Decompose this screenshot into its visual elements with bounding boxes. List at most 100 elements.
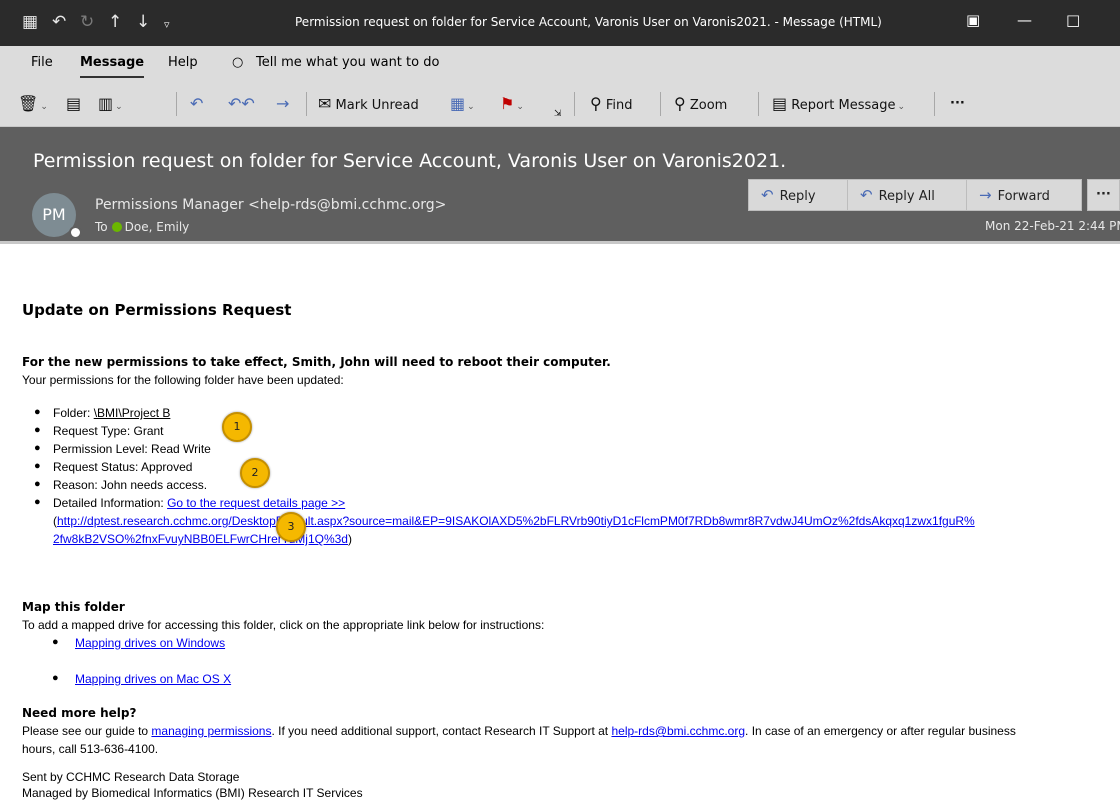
request-status: Request Status: Approved <box>53 460 193 474</box>
reply-label: Reply <box>779 189 816 204</box>
map-intro: To add a mapped drive for accessing this… <box>22 618 545 632</box>
chevron-down-icon: ⌄ <box>115 102 123 112</box>
recipient-name[interactable]: Doe, Emily <box>125 220 190 234</box>
managed-by: Managed by Biomedical Informatics (BMI) … <box>22 786 363 800</box>
separator <box>934 92 935 116</box>
redo-icon[interactable]: ↻ <box>80 12 94 32</box>
message-header: Permission request on folder for Service… <box>0 127 1120 244</box>
sender[interactable]: Permissions Manager <help-rds@bmi.cchmc.… <box>95 197 446 213</box>
mapping-mac-link[interactable]: Mapping drives on Mac OS X <box>75 672 231 686</box>
mark-unread-button[interactable]: ✉ Mark Unread <box>318 94 419 116</box>
archive-icon: ▤ <box>66 94 82 113</box>
permission-level: Permission Level: Read Write <box>53 442 211 456</box>
help-heading: Need more help? <box>22 706 137 720</box>
sent-by: Sent by CCHMC Research Data Storage <box>22 770 240 784</box>
callout-badge: 2 <box>240 458 270 488</box>
more-commands-button[interactable]: ··· <box>950 94 965 114</box>
delete-button[interactable]: 🗑 ⌄ <box>18 94 48 117</box>
envelope-icon: ✉ <box>318 94 332 113</box>
separator <box>574 92 575 116</box>
magnifier-icon: ⚲ <box>674 94 686 113</box>
find-label: Find <box>605 98 633 113</box>
message-subject: Permission request on folder for Service… <box>33 150 787 172</box>
reply-all-ribbon-button[interactable]: ↶↶ <box>228 94 255 116</box>
undo-icon[interactable]: ↶ <box>52 12 66 32</box>
next-item-icon[interactable]: ↓ <box>136 12 150 32</box>
folder-label: Folder: <box>53 406 94 420</box>
report-message-label: Report Message <box>791 98 896 113</box>
maximize-icon[interactable]: □ <box>1066 10 1080 30</box>
request-details-url-link[interactable]: http://dptest.research.cchmc.org/Desktop… <box>57 514 975 528</box>
body-heading: Update on Permissions Request <box>22 301 292 319</box>
ribbon-display-options-icon[interactable]: ▣ <box>966 10 980 30</box>
minimize-icon[interactable]: — <box>1017 10 1032 30</box>
separator <box>306 92 307 116</box>
archive-button[interactable]: ▤ <box>66 94 81 116</box>
callout-badge: 1 <box>222 412 252 442</box>
lightbulb-icon: ○ <box>232 55 244 70</box>
menu-help[interactable]: Help <box>168 55 198 70</box>
forward-icon: → <box>979 186 992 204</box>
request-type: Request Type: Grant <box>53 424 164 438</box>
paren-close: ) <box>347 532 352 546</box>
help-text: . If you need additional support, contac… <box>271 724 612 738</box>
save-icon[interactable]: ▦ <box>22 12 38 32</box>
detailed-info-label: Detailed Information: <box>53 496 168 510</box>
flag-icon: ⚑ <box>500 94 515 113</box>
separator <box>660 92 661 116</box>
previous-item-icon[interactable]: ↑ <box>108 12 122 32</box>
map-heading: Map this folder <box>22 600 125 614</box>
reply-button[interactable]: ↶ Reply <box>748 179 848 211</box>
title-bar: ▦ ↶ ↻ ↑ ↓ ▿ Permission request on folder… <box>0 0 1120 46</box>
to-label: To <box>95 220 108 234</box>
separator <box>758 92 759 116</box>
find-button[interactable]: ⚲ Find <box>590 94 633 116</box>
chevron-down-icon: ⌄ <box>467 102 475 112</box>
reply-all-button[interactable]: ↶ Reply All <box>847 179 967 211</box>
reply-icon: ↶ <box>190 94 204 113</box>
mark-unread-label: Mark Unread <box>335 98 419 113</box>
reply-all-icon: ↶↶ <box>228 94 255 113</box>
forward-button[interactable]: → Forward <box>966 179 1082 211</box>
presence-status-icon <box>69 226 82 239</box>
report-message-button[interactable]: ▤ Report Message ⌄ <box>772 94 905 117</box>
chevron-down-icon: ⌄ <box>516 102 524 112</box>
managing-permissions-link[interactable]: managing permissions <box>151 724 271 738</box>
recipient-line: To Doe, Emily <box>95 220 189 234</box>
folder-path: \BMI\Project B <box>93 406 171 420</box>
help-paragraph: Please see our guide to managing permiss… <box>22 724 1016 738</box>
reply-ribbon-button[interactable]: ↶ <box>190 94 203 116</box>
forward-icon: → <box>276 94 290 113</box>
support-email-link[interactable]: help-rds@bmi.cchmc.org <box>611 724 745 738</box>
mapping-windows-link[interactable]: Mapping drives on Windows <box>75 636 225 650</box>
follow-up-button[interactable]: ⚑ ⌄ <box>500 94 524 117</box>
trash-icon: 🗑 <box>18 94 39 113</box>
report-icon: ▤ <box>772 94 788 113</box>
menu-file[interactable]: File <box>31 55 53 70</box>
categorize-icon: ▦ <box>450 94 466 113</box>
categorize-button[interactable]: ▦ ⌄ <box>450 94 475 117</box>
help-text: Please see our guide to <box>22 724 152 738</box>
menu-bar: File Message Help ○ Tell me what you wan… <box>0 46 1120 82</box>
callout-badge: 3 <box>276 512 306 542</box>
zoom-button[interactable]: ⚲ Zoom <box>674 94 727 116</box>
help-text: . In case of an emergency or after regul… <box>745 724 1016 738</box>
dialog-launcher-icon[interactable]: ⇲ <box>554 104 562 124</box>
tell-me-search[interactable]: Tell me what you want to do <box>256 55 439 70</box>
forward-ribbon-button[interactable]: → <box>276 94 289 116</box>
reply-all-icon: ↶ <box>860 186 873 204</box>
customize-qat-icon[interactable]: ▿ <box>164 15 170 35</box>
received-datetime: Mon 22-Feb-21 2:44 PM <box>985 219 1120 233</box>
presence-available-icon <box>111 222 122 232</box>
reply-all-label: Reply All <box>878 189 935 204</box>
more-actions-button[interactable]: ··· <box>1087 179 1120 211</box>
request-details-link[interactable]: Go to the request details page >> <box>167 496 345 510</box>
move-icon: ▥ <box>98 94 114 113</box>
chevron-down-icon: ⌄ <box>40 102 48 112</box>
reply-icon: ↶ <box>761 186 774 204</box>
move-button[interactable]: ▥ ⌄ <box>98 94 123 117</box>
ribbon-toolbar: 🗑 ⌄ ▤ ▥ ⌄ ↶ ↶↶ → ✉ Mark Unread ▦ ⌄ ⚑ ⌄ ⇲ ⚲ F… <box>0 82 1120 127</box>
window-title: Permission request on folder for Service… <box>295 15 882 29</box>
menu-message[interactable]: Message <box>80 55 145 78</box>
reason: Reason: John needs access. <box>53 478 208 492</box>
